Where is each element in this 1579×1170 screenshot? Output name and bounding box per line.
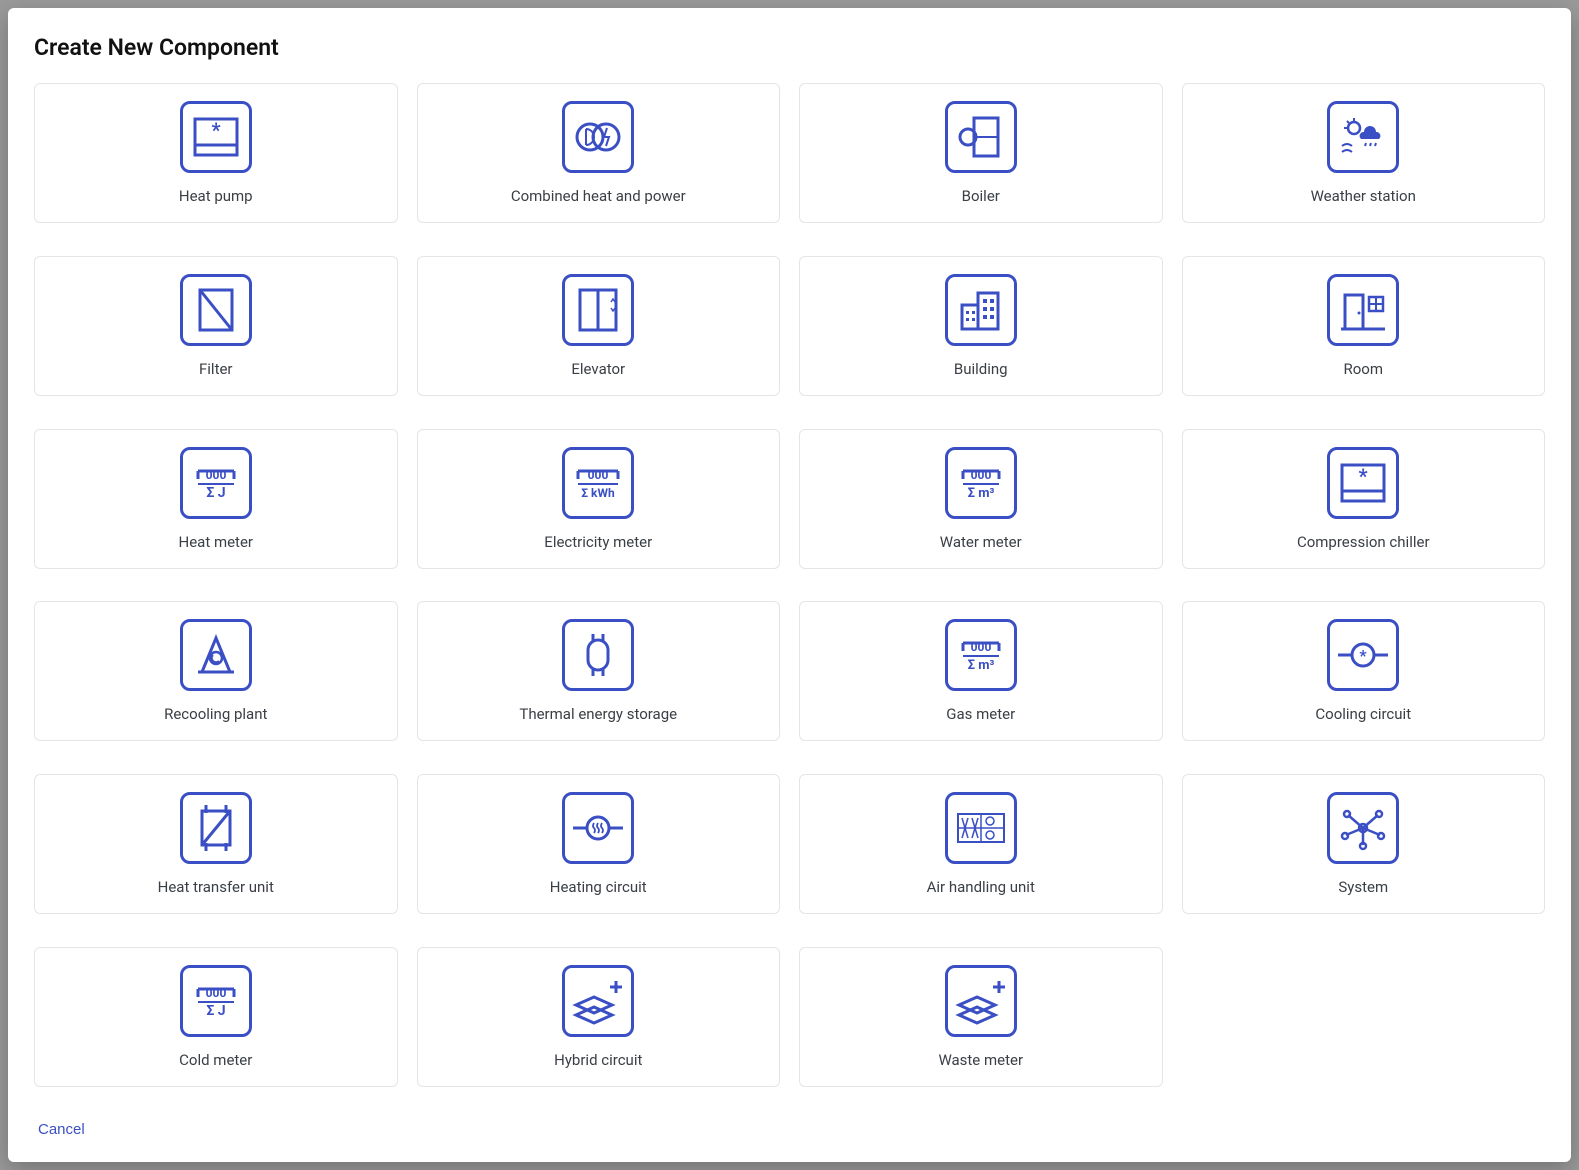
svg-text:000: 000 [970,640,991,654]
component-card-elevator[interactable]: Elevator [417,256,781,396]
component-label: Combined heat and power [511,187,686,205]
component-card-thermal-energy-storage[interactable]: Thermal energy storage [417,601,781,741]
component-card-combined-heat-and-power[interactable]: Combined heat and power [417,83,781,223]
component-label: Heat meter [179,533,254,551]
component-card-electricity-meter[interactable]: 000 Σ kWh Electricity meter [417,429,781,569]
component-card-weather-station[interactable]: Weather station [1182,83,1546,223]
component-card-system[interactable]: System [1182,774,1546,914]
recooling-plant-icon [180,619,252,691]
component-card-hybrid-circuit[interactable]: Hybrid circuit [417,947,781,1087]
component-label: System [1338,878,1388,896]
electricity-meter-icon: 000 Σ kWh [562,447,634,519]
combined-heat-and-power-icon [562,101,634,173]
component-card-water-meter[interactable]: 000 Σ m³ Water meter [799,429,1163,569]
component-label: Compression chiller [1297,533,1430,551]
component-label: Recooling plant [164,705,267,723]
component-label: Filter [199,360,233,378]
svg-text:000: 000 [970,468,991,482]
component-card-cooling-circuit[interactable]: * Cooling circuit [1182,601,1546,741]
component-label: Weather station [1311,187,1416,205]
svg-text:000: 000 [205,986,226,1000]
component-label: Hybrid circuit [554,1051,642,1069]
svg-text:Σ J: Σ J [206,1003,225,1019]
create-component-modal: Create New Component * Heat pump Combined … [8,8,1571,1162]
component-card-boiler[interactable]: Boiler [799,83,1163,223]
boiler-icon [945,101,1017,173]
component-label: Room [1343,360,1383,378]
component-label: Air handling unit [927,878,1035,896]
component-card-recooling-plant[interactable]: Recooling plant [34,601,398,741]
waste-meter-icon [945,965,1017,1037]
component-label: Electricity meter [544,533,652,551]
weather-station-icon [1327,101,1399,173]
svg-text:Σ J: Σ J [206,485,225,501]
component-card-gas-meter[interactable]: 000 Σ m³ Gas meter [799,601,1163,741]
component-card-building[interactable]: Building [799,256,1163,396]
component-label: Elevator [571,360,625,378]
heat-transfer-unit-icon [180,792,252,864]
modal-title: Create New Component [34,34,1545,61]
component-label: Cold meter [179,1051,252,1069]
room-icon [1327,274,1399,346]
building-icon [945,274,1017,346]
component-label: Water meter [940,533,1022,551]
component-label: Waste meter [938,1051,1023,1069]
cancel-button[interactable]: Cancel [34,1115,89,1144]
component-card-air-handling-unit[interactable]: Air handling unit [799,774,1163,914]
component-card-heating-circuit[interactable]: Heating circuit [417,774,781,914]
component-label: Building [954,360,1008,378]
svg-text:Σ kWh: Σ kWh [582,486,616,500]
component-label: Thermal energy storage [519,705,677,723]
component-card-heat-transfer-unit[interactable]: Heat transfer unit [34,774,398,914]
svg-text:*: * [211,118,220,142]
component-label: Boiler [962,187,1000,205]
heat-pump-icon: * [180,101,252,173]
component-card-filter[interactable]: Filter [34,256,398,396]
hybrid-circuit-icon [562,965,634,1037]
system-icon [1327,792,1399,864]
component-grid: * Heat pump Combined heat and power Boiler W… [34,83,1545,1101]
water-meter-icon: 000 Σ m³ [945,447,1017,519]
component-label: Heating circuit [550,878,647,896]
filter-icon [180,274,252,346]
gas-meter-icon: 000 Σ m³ [945,619,1017,691]
thermal-energy-storage-icon [562,619,634,691]
heating-circuit-icon [562,792,634,864]
svg-text:Σ m³: Σ m³ [967,486,994,501]
heat-meter-icon: 000 Σ J [180,447,252,519]
modal-footer: Cancel [34,1101,1545,1144]
svg-text:*: * [1359,464,1368,488]
component-card-cold-meter[interactable]: 000 Σ J Cold meter [34,947,398,1087]
air-handling-unit-icon [945,792,1017,864]
component-card-waste-meter[interactable]: Waste meter [799,947,1163,1087]
component-card-heat-pump[interactable]: * Heat pump [34,83,398,223]
svg-text:*: * [1360,646,1368,665]
component-card-room[interactable]: Room [1182,256,1546,396]
svg-text:Σ m³: Σ m³ [967,658,994,673]
component-label: Gas meter [946,705,1015,723]
svg-text:000: 000 [588,468,609,482]
component-label: Heat pump [179,187,253,205]
cold-meter-icon: 000 Σ J [180,965,252,1037]
component-card-heat-meter[interactable]: 000 Σ J Heat meter [34,429,398,569]
component-label: Heat transfer unit [158,878,274,896]
svg-text:000: 000 [205,468,226,482]
component-card-compression-chiller[interactable]: * Compression chiller [1182,429,1546,569]
cooling-circuit-icon: * [1327,619,1399,691]
compression-chiller-icon: * [1327,447,1399,519]
component-label: Cooling circuit [1315,705,1411,723]
elevator-icon [562,274,634,346]
